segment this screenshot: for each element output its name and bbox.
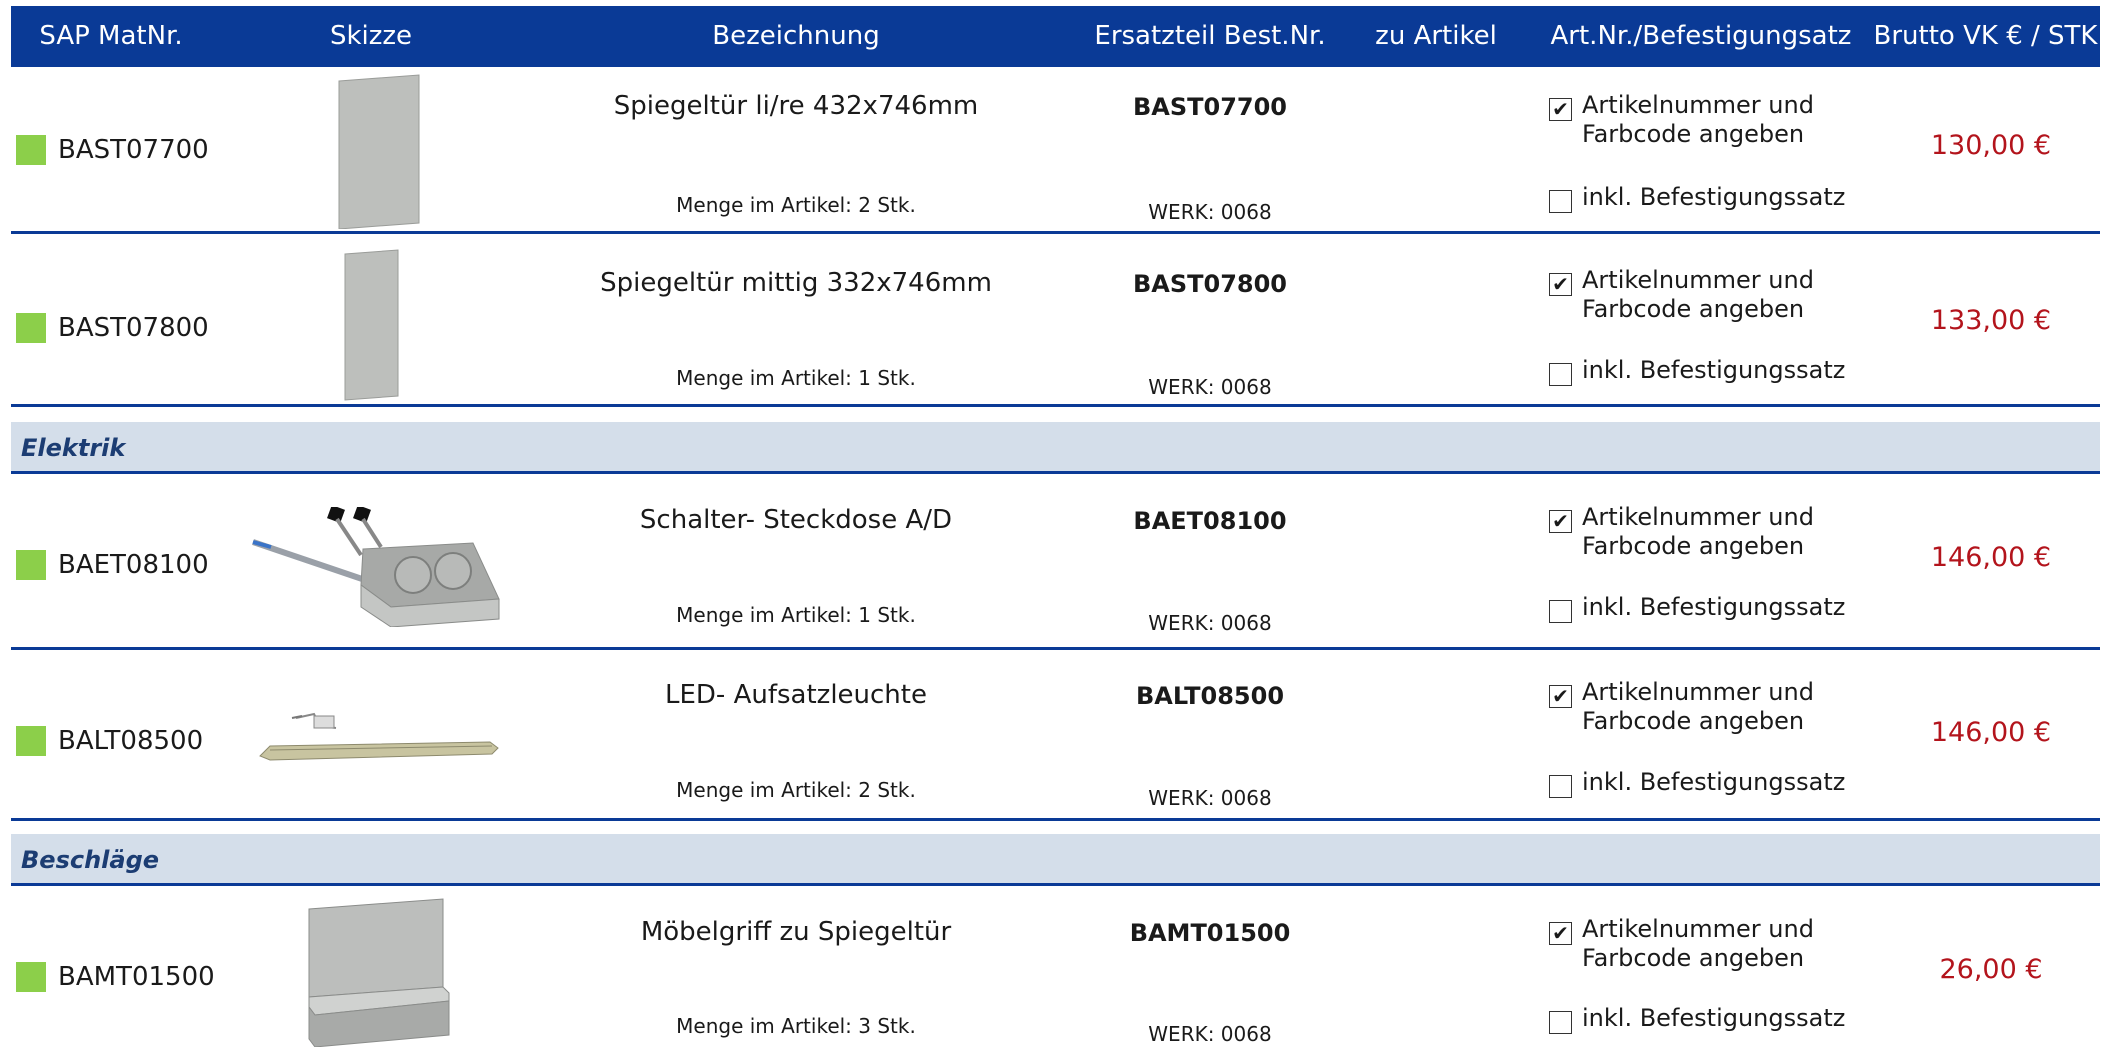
artnr-checkbox[interactable]: ✔ (1549, 273, 1572, 296)
artnr-option[interactable]: ✔ Artikelnummer und Farbcode angeben (1549, 266, 1814, 324)
section-title: Elektrik (21, 434, 126, 462)
sap-number: BAST07800 (58, 313, 209, 343)
artnr-option[interactable]: ✔ Artikelnummer und Farbcode angeben (1549, 91, 1814, 149)
kit-option[interactable]: inkl. Befestigungssatz (1549, 183, 1845, 213)
row-divider (11, 404, 2100, 407)
artnr-checkbox[interactable]: ✔ (1549, 510, 1572, 533)
quantity-text: Menge im Artikel: 3 Stk. (676, 1014, 916, 1038)
quantity-text: Menge im Artikel: 1 Stk. (676, 366, 916, 390)
furniture-handle-icon (308, 898, 450, 1047)
sap-number: BAET08100 (58, 550, 209, 580)
price: 26,00 € (1939, 954, 2043, 985)
kit-checkbox[interactable] (1549, 775, 1572, 798)
artnr-label: Artikelnummer und Farbcode angeben (1582, 678, 1814, 735)
sap-cell: BALT08500 (16, 726, 203, 756)
status-square (16, 962, 46, 992)
header-name: Bezeichnung (712, 21, 880, 51)
part-number: BAET08100 (1133, 507, 1287, 535)
section-header-elektrik: Elektrik (11, 422, 2100, 474)
header-price: Brutto VK € / STK (1873, 21, 2098, 51)
header-sketch: Skizze (329, 21, 413, 51)
switch-socket-icon (252, 507, 500, 627)
quantity-text: Menge im Artikel: 1 Stk. (676, 603, 916, 627)
table-header: SAP MatNr. Skizze Bezeichnung Ersatzteil… (11, 6, 2100, 67)
section-title: Beschläge (21, 846, 160, 874)
status-square (16, 313, 46, 343)
werk-code: WERK: 0068 (1148, 1022, 1272, 1046)
kit-label: inkl. Befestigungssatz (1582, 356, 1846, 384)
kit-checkbox[interactable] (1549, 600, 1572, 623)
sap-cell: BAST07700 (16, 135, 209, 165)
table-row: BAST07800 Spiegeltür mittig 332x746mm Me… (11, 234, 2100, 404)
price: 133,00 € (1930, 305, 2052, 336)
status-square (16, 726, 46, 756)
part-number: BAST07700 (1132, 93, 1288, 121)
sap-number: BALT08500 (58, 726, 204, 756)
artnr-label: Artikelnummer und Farbcode angeben (1582, 503, 1814, 560)
werk-code: WERK: 0068 (1148, 611, 1272, 635)
werk-code: WERK: 0068 (1148, 375, 1272, 399)
kit-label: inkl. Befestigungssatz (1582, 1004, 1846, 1032)
kit-checkbox[interactable] (1549, 190, 1572, 213)
kit-option[interactable]: inkl. Befestigungssatz (1549, 356, 1845, 386)
quantity-text: Menge im Artikel: 2 Stk. (676, 193, 916, 217)
row-divider (11, 818, 2100, 821)
price: 146,00 € (1930, 717, 2052, 748)
sap-number: BAMT01500 (58, 962, 215, 992)
part-description: LED- Aufsatzleuchte (665, 680, 927, 710)
artnr-checkbox[interactable]: ✔ (1549, 685, 1572, 708)
price: 130,00 € (1930, 130, 2052, 161)
artnr-checkbox[interactable]: ✔ (1549, 98, 1572, 121)
kit-option[interactable]: inkl. Befestigungssatz (1549, 768, 1845, 798)
kit-option[interactable]: inkl. Befestigungssatz (1549, 1004, 1845, 1034)
table-row: BALT08500 LED- Aufsatzleuchte Menge im A… (11, 650, 2100, 820)
header-part: Ersatzteil Best.Nr. (1094, 21, 1326, 51)
table-row: BAET08100 Schalter- Steckdose A/D Menge … (11, 477, 2100, 647)
artnr-label: Artikelnummer und Farbcode angeben (1582, 91, 1814, 148)
sap-cell: BAET08100 (16, 550, 209, 580)
kit-option[interactable]: inkl. Befestigungssatz (1549, 593, 1845, 623)
artnr-option[interactable]: ✔ Artikelnummer und Farbcode angeben (1549, 915, 1814, 973)
part-number: BALT08500 (1135, 682, 1285, 710)
part-description: Möbelgriff zu Spiegeltür (640, 917, 952, 947)
artnr-option[interactable]: ✔ Artikelnummer und Farbcode angeben (1549, 503, 1814, 561)
header-sap: SAP MatNr. (39, 21, 183, 51)
section-header-beschlaege: Beschläge (11, 834, 2100, 886)
werk-code: WERK: 0068 (1148, 200, 1272, 224)
table-row: BAMT01500 Möbelgriff zu Spiegeltür Menge… (11, 889, 2100, 1051)
header-kit: Art.Nr./Befestigungsatz (1550, 21, 1852, 51)
part-description: Spiegeltür mittig 332x746mm (600, 268, 992, 298)
part-number: BAMT01500 (1129, 919, 1291, 947)
part-description: Spiegeltür li/re 432x746mm (613, 91, 979, 121)
kit-checkbox[interactable] (1549, 1011, 1572, 1034)
kit-label: inkl. Befestigungssatz (1582, 768, 1846, 796)
mirror-door-icon (344, 249, 399, 401)
sap-cell: BAMT01500 (16, 962, 215, 992)
sap-number: BAST07700 (58, 135, 209, 165)
status-square (16, 550, 46, 580)
status-square (16, 135, 46, 165)
part-number: BAST07800 (1132, 270, 1288, 298)
werk-code: WERK: 0068 (1148, 786, 1272, 810)
led-light-icon (259, 712, 499, 761)
quantity-text: Menge im Artikel: 2 Stk. (676, 778, 916, 802)
artnr-checkbox[interactable]: ✔ (1549, 922, 1572, 945)
artnr-option[interactable]: ✔ Artikelnummer und Farbcode angeben (1549, 678, 1814, 736)
kit-checkbox[interactable] (1549, 363, 1572, 386)
artnr-label: Artikelnummer und Farbcode angeben (1582, 915, 1814, 972)
price: 146,00 € (1930, 542, 2052, 573)
kit-label: inkl. Befestigungssatz (1582, 183, 1846, 211)
part-description: Schalter- Steckdose A/D (639, 505, 953, 535)
table-row: BAST07700 Spiegeltür li/re 432x746mm Men… (11, 67, 2100, 231)
artnr-label: Artikelnummer und Farbcode angeben (1582, 266, 1814, 323)
mirror-door-icon (338, 74, 420, 229)
header-article: zu Artikel (1375, 21, 1497, 51)
sap-cell: BAST07800 (16, 313, 209, 343)
kit-label: inkl. Befestigungssatz (1582, 593, 1846, 621)
